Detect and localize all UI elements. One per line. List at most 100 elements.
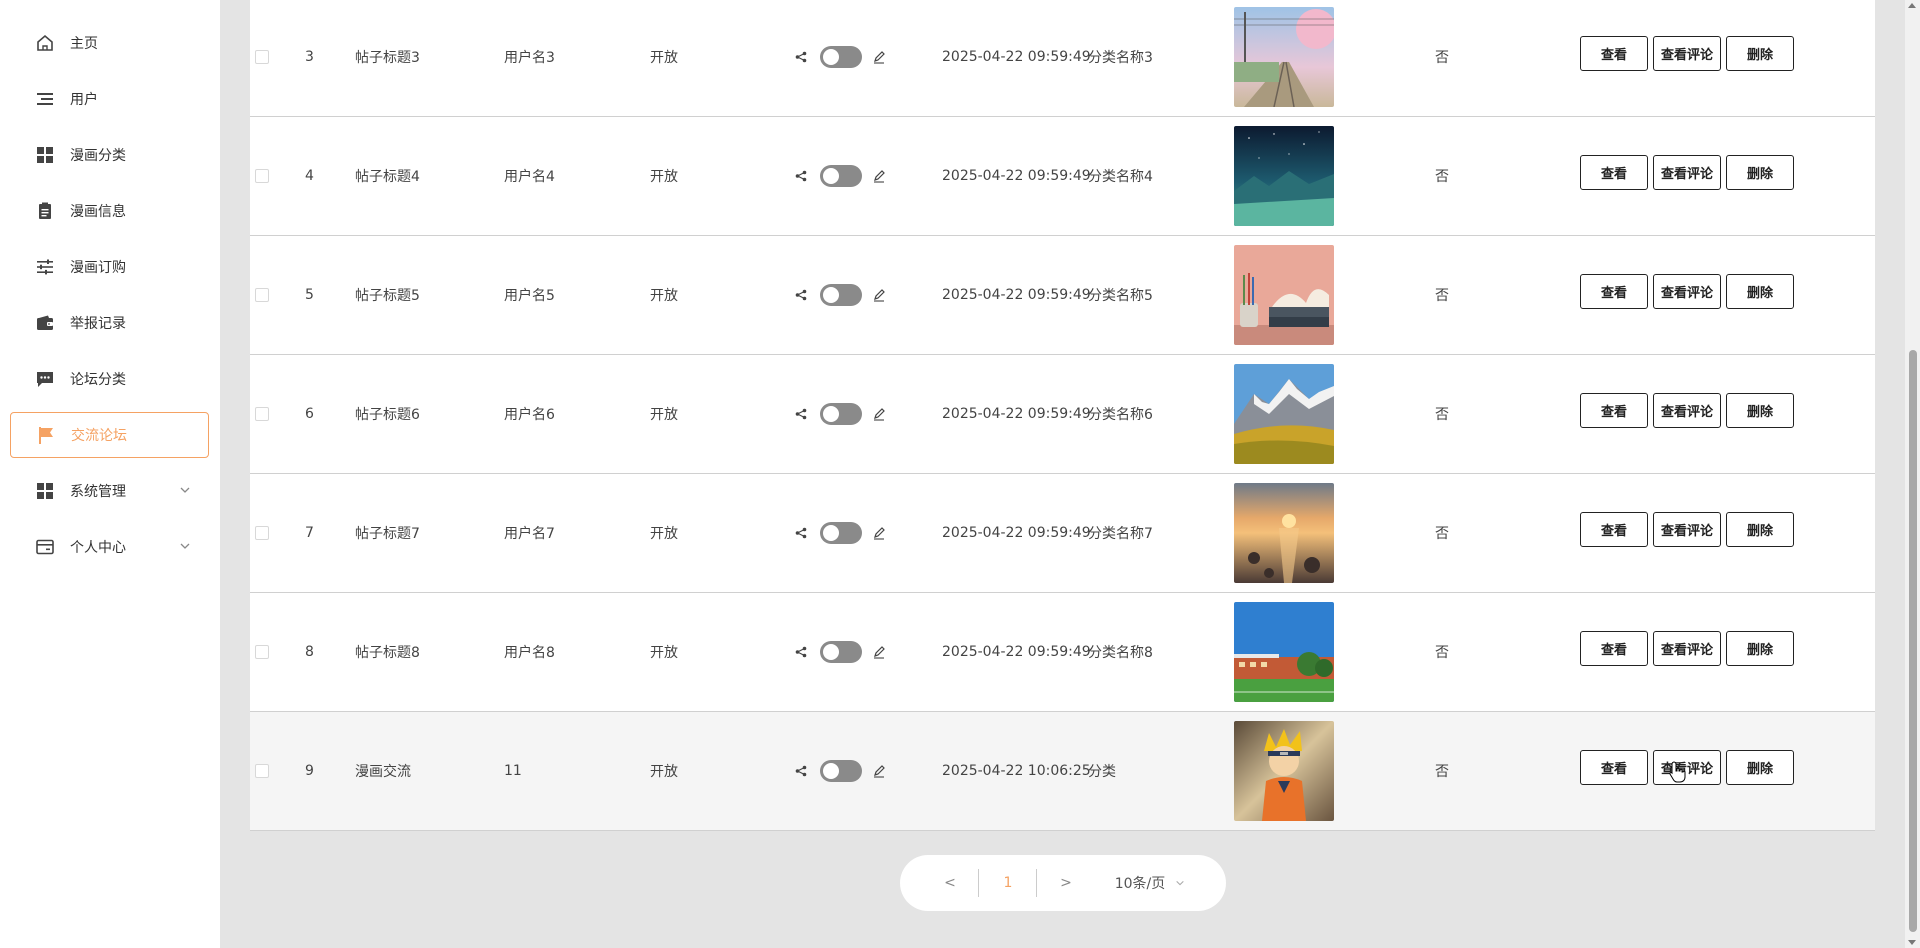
post-title: 帖子标题6 <box>355 407 420 423</box>
delete-button[interactable]: 删除 <box>1726 631 1794 666</box>
username: 11 <box>504 763 522 779</box>
sidebar: 主页 用户 漫画分类 漫画信息 漫画订购 举报记录 论坛分类 交流论坛 系统管理… <box>0 0 220 948</box>
row-checkbox[interactable] <box>255 526 269 540</box>
edit-icon[interactable] <box>872 712 886 830</box>
view-button[interactable]: 查看 <box>1580 36 1648 71</box>
share-icon[interactable] <box>795 712 807 830</box>
scroll-up-arrow-icon[interactable] <box>1908 3 1916 8</box>
page-size-select[interactable]: 10条/页 <box>1100 855 1200 911</box>
next-page-button[interactable]: > <box>1054 855 1078 911</box>
sliders-icon <box>34 256 56 278</box>
view-comments-button[interactable]: 查看评论 <box>1653 155 1721 190</box>
scroll-down-arrow-icon[interactable] <box>1908 940 1916 945</box>
current-page[interactable]: 1 <box>996 855 1020 911</box>
view-button[interactable]: 查看 <box>1580 274 1648 309</box>
table-row: 5 帖子标题5 用户名5 开放 2025-04-22 09:59:49 分类名称… <box>250 236 1875 355</box>
post-time: 2025-04-22 10:06:25 <box>942 763 1091 779</box>
sidebar-item-users[interactable]: 用户 <box>10 76 209 122</box>
toggle-switch[interactable] <box>820 165 862 187</box>
table-row: 7 帖子标题7 用户名7 开放 2025-04-22 09:59:49 分类名称… <box>250 474 1875 593</box>
toggle-switch[interactable] <box>820 641 862 663</box>
toggle-switch[interactable] <box>820 522 862 544</box>
category-name: 分类名称5 <box>1088 288 1153 304</box>
sidebar-item-label: 用户 <box>70 92 98 108</box>
delete-button[interactable]: 删除 <box>1726 512 1794 547</box>
delete-button[interactable]: 删除 <box>1726 393 1794 428</box>
row-checkbox[interactable] <box>255 50 269 64</box>
delete-button[interactable]: 删除 <box>1726 750 1794 785</box>
post-title: 帖子标题8 <box>355 645 420 661</box>
edit-icon[interactable] <box>872 117 886 235</box>
share-icon[interactable] <box>795 355 807 473</box>
toggle-switch[interactable] <box>820 760 862 782</box>
category-name: 分类名称4 <box>1088 169 1153 185</box>
category-name: 分类名称3 <box>1088 50 1153 66</box>
sidebar-item-comic-order[interactable]: 漫画订购 <box>10 244 209 290</box>
chat-icon <box>34 368 56 390</box>
share-icon[interactable] <box>795 0 807 116</box>
post-time: 2025-04-22 09:59:49 <box>942 525 1091 541</box>
sidebar-item-report-records[interactable]: 举报记录 <box>10 300 209 346</box>
view-button[interactable]: 查看 <box>1580 512 1648 547</box>
view-button[interactable]: 查看 <box>1580 631 1648 666</box>
delete-button[interactable]: 删除 <box>1726 274 1794 309</box>
row-checkbox[interactable] <box>255 764 269 778</box>
vertical-scrollbar[interactable] <box>1905 0 1920 948</box>
edit-icon[interactable] <box>872 0 886 116</box>
delete-button[interactable]: 删除 <box>1726 36 1794 71</box>
sidebar-item-forum-category[interactable]: 论坛分类 <box>10 356 209 402</box>
edit-icon[interactable] <box>872 236 886 354</box>
scroll-thumb[interactable] <box>1909 350 1917 932</box>
post-time: 2025-04-22 09:59:49 <box>942 406 1091 422</box>
status: 开放 <box>650 407 678 423</box>
campus-image <box>1234 602 1334 702</box>
sidebar-item-label: 交流论坛 <box>71 428 127 444</box>
view-comments-button[interactable]: 查看评论 <box>1653 274 1721 309</box>
sidebar-item-forum[interactable]: 交流论坛 <box>10 412 209 458</box>
edit-icon[interactable] <box>872 355 886 473</box>
flag-value: 否 <box>1435 169 1449 185</box>
share-icon[interactable] <box>795 236 807 354</box>
sidebar-item-label: 漫画订购 <box>70 260 126 276</box>
edit-icon[interactable] <box>872 474 886 592</box>
view-comments-button[interactable]: 查看评论 <box>1653 36 1721 71</box>
view-button[interactable]: 查看 <box>1580 393 1648 428</box>
toggle-switch[interactable] <box>820 46 862 68</box>
row-checkbox[interactable] <box>255 645 269 659</box>
flag-value: 否 <box>1435 526 1449 542</box>
status: 开放 <box>650 169 678 185</box>
toggle-switch[interactable] <box>820 403 862 425</box>
prev-page-button[interactable]: < <box>938 855 962 911</box>
view-button[interactable]: 查看 <box>1580 750 1648 785</box>
username: 用户名4 <box>504 169 555 185</box>
home-icon <box>34 32 56 54</box>
sidebar-item-system-management[interactable]: 系统管理 <box>10 468 209 514</box>
delete-button[interactable]: 删除 <box>1726 155 1794 190</box>
share-icon[interactable] <box>795 474 807 592</box>
view-comments-button[interactable]: 查看评论 <box>1653 631 1721 666</box>
row-checkbox[interactable] <box>255 407 269 421</box>
sidebar-item-personal-center[interactable]: 个人中心 <box>10 524 209 570</box>
sidebar-item-home[interactable]: 主页 <box>10 20 209 66</box>
list-icon <box>34 88 56 110</box>
row-checkbox[interactable] <box>255 169 269 183</box>
hand-cursor-icon <box>1669 761 1686 783</box>
mountain-image <box>1234 364 1334 464</box>
share-icon[interactable] <box>795 117 807 235</box>
grid-icon <box>34 480 56 502</box>
row-index: 7 <box>305 525 314 541</box>
view-comments-button[interactable]: 查看评论 <box>1653 512 1721 547</box>
sidebar-item-comic-category[interactable]: 漫画分类 <box>10 132 209 178</box>
edit-icon[interactable] <box>872 593 886 711</box>
view-button[interactable]: 查看 <box>1580 155 1648 190</box>
toggle-switch[interactable] <box>820 284 862 306</box>
table-row: 8 帖子标题8 用户名8 开放 2025-04-22 09:59:49 分类名称… <box>250 593 1875 712</box>
share-icon[interactable] <box>795 593 807 711</box>
card-icon <box>34 536 56 558</box>
username: 用户名8 <box>504 645 555 661</box>
row-checkbox[interactable] <box>255 288 269 302</box>
sidebar-item-comic-info[interactable]: 漫画信息 <box>10 188 209 234</box>
post-title: 帖子标题7 <box>355 526 420 542</box>
flag-value: 否 <box>1435 764 1449 780</box>
view-comments-button[interactable]: 查看评论 <box>1653 393 1721 428</box>
